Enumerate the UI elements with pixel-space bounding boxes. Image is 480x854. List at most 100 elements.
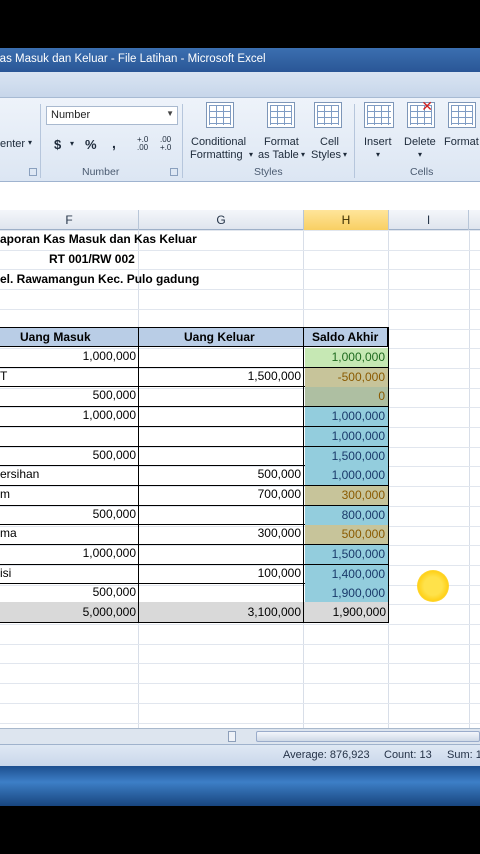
- row-saldo-akhir[interactable]: 0: [305, 387, 388, 407]
- conditional-formatting-icon: [206, 102, 234, 128]
- percent-button[interactable]: %: [85, 137, 97, 152]
- cell-styles-label[interactable]: Styles: [311, 149, 341, 161]
- group-separator: [354, 104, 355, 178]
- gridline: [0, 249, 480, 251]
- header-saldo-akhir[interactable]: Saldo Akhir: [312, 330, 378, 344]
- row-description[interactable]: ersihan: [0, 467, 39, 481]
- row-saldo-akhir[interactable]: 1,000,000: [305, 407, 388, 427]
- row-description[interactable]: ma: [0, 526, 17, 540]
- number-format-value: Number: [51, 109, 91, 121]
- worksheet[interactable]: F G H I aporan Kas Masuk dan Kas Keluar …: [0, 182, 480, 742]
- row-uang-masuk[interactable]: 1,000,000: [40, 349, 136, 363]
- row-uang-keluar[interactable]: 1,500,000: [200, 369, 301, 383]
- excel-window: Kas Masuk dan Keluar - File Latihan - Mi…: [0, 0, 480, 854]
- conditional-formatting-button[interactable]: Conditional: [191, 136, 246, 148]
- row-uang-masuk[interactable]: 1,000,000: [40, 546, 136, 560]
- column-header-bar: F G H I: [0, 210, 480, 230]
- tab-split-handle[interactable]: [228, 731, 236, 742]
- row-saldo-akhir[interactable]: 300,000: [305, 485, 388, 505]
- header-uang-keluar[interactable]: Uang Keluar: [184, 330, 255, 344]
- cell-styles-button[interactable]: Cell: [320, 136, 339, 148]
- row-uang-keluar[interactable]: 100,000: [200, 566, 301, 580]
- horizontal-scrollbar[interactable]: [0, 728, 480, 744]
- column-header-i[interactable]: I: [389, 210, 469, 230]
- gridline: [0, 722, 480, 724]
- row-uang-keluar[interactable]: 300,000: [200, 526, 301, 540]
- gridline: [0, 683, 480, 685]
- number-launcher-icon[interactable]: [170, 168, 178, 176]
- table-border: [303, 327, 304, 622]
- status-bar: Average: 876,923 Count: 13 Sum: 1: [0, 744, 480, 766]
- row-saldo-akhir[interactable]: 1,400,000: [305, 564, 388, 584]
- chevron-down-icon: ▾: [418, 150, 423, 159]
- merge-center-button[interactable]: enter: [0, 138, 25, 150]
- taskbar: [0, 766, 480, 806]
- chevron-down-icon: ▾: [301, 150, 306, 159]
- format-as-table-label[interactable]: as Table: [258, 149, 299, 161]
- row-uang-masuk[interactable]: 500,000: [40, 448, 136, 462]
- format-cells-icon: [448, 102, 476, 128]
- merge-dropdown-icon[interactable]: ▾: [28, 138, 32, 147]
- gridline: [0, 643, 480, 645]
- row-description[interactable]: m: [0, 487, 10, 501]
- number-format-select[interactable]: Number ▼: [46, 106, 178, 125]
- row-saldo-akhir[interactable]: -500,000: [305, 367, 388, 387]
- row-saldo-akhir[interactable]: 500,000: [305, 525, 388, 545]
- row-description[interactable]: T: [0, 369, 7, 383]
- format-button[interactable]: Format: [444, 136, 479, 148]
- insert-cells-icon: [364, 102, 394, 128]
- row-saldo-akhir[interactable]: 1,900,000: [305, 584, 388, 604]
- status-sum: Sum: 1: [447, 749, 480, 761]
- report-title[interactable]: aporan Kas Masuk dan Kas Keluar: [0, 232, 197, 246]
- currency-dropdown-icon[interactable]: ▾: [70, 139, 74, 148]
- report-subtitle-rt[interactable]: RT 001/RW 002: [49, 252, 135, 266]
- cells-group-label: Cells: [410, 166, 434, 178]
- chevron-down-icon: ▼: [166, 109, 174, 118]
- row-saldo-akhir[interactable]: 800,000: [305, 505, 388, 525]
- total-uang-keluar[interactable]: 3,100,000: [220, 605, 301, 619]
- chevron-down-icon: ▾: [249, 150, 254, 159]
- increase-decimal-button[interactable]: +.0 .00: [137, 136, 155, 152]
- gridline: [0, 289, 480, 291]
- header-uang-masuk[interactable]: Uang Masuk: [20, 330, 91, 344]
- row-saldo-akhir[interactable]: 1,000,000: [305, 348, 388, 367]
- decrease-decimal-button[interactable]: .00 +.0: [160, 136, 178, 152]
- gridline: [0, 427, 480, 428]
- alignment-launcher-icon[interactable]: [29, 168, 37, 176]
- window-title: Kas Masuk dan Keluar - File Latihan - Mi…: [0, 53, 266, 65]
- row-uang-masuk[interactable]: 500,000: [40, 388, 136, 402]
- scrollbar-thumb[interactable]: [256, 731, 480, 742]
- row-uang-masuk[interactable]: 500,000: [40, 585, 136, 599]
- row-uang-masuk[interactable]: 500,000: [40, 507, 136, 521]
- table-border: [138, 327, 139, 622]
- format-as-table-button[interactable]: Format: [264, 136, 299, 148]
- gridline: [0, 269, 480, 271]
- row-saldo-akhir[interactable]: 1,000,000: [305, 466, 388, 486]
- row-uang-masuk[interactable]: 1,000,000: [40, 408, 136, 422]
- group-separator: [182, 104, 183, 178]
- row-saldo-akhir[interactable]: 1,500,000: [305, 446, 388, 466]
- report-subtitle-location[interactable]: el. Rawamangun Kec. Pulo gadung: [0, 272, 199, 286]
- status-count: Count: 13: [384, 749, 432, 761]
- column-header-f[interactable]: F: [0, 210, 139, 230]
- conditional-formatting-label[interactable]: Formatting: [190, 149, 243, 161]
- currency-button[interactable]: $: [54, 137, 61, 152]
- insert-button[interactable]: Insert: [364, 136, 392, 148]
- row-uang-keluar[interactable]: 500,000: [200, 467, 301, 481]
- comma-button[interactable]: ,: [112, 135, 116, 151]
- row-description[interactable]: isi: [0, 566, 11, 580]
- group-separator: [40, 104, 41, 178]
- delete-button[interactable]: Delete: [404, 136, 436, 148]
- column-header-g[interactable]: G: [139, 210, 304, 230]
- gridline: [0, 624, 480, 625]
- column-header-h[interactable]: H: [304, 210, 389, 230]
- delete-cells-icon: ✕: [407, 99, 435, 128]
- row-saldo-akhir[interactable]: 1,500,000: [305, 545, 388, 564]
- cell-styles-icon: [314, 102, 342, 128]
- total-saldo-akhir[interactable]: 1,900,000: [305, 605, 386, 619]
- gridline: [0, 663, 480, 665]
- row-saldo-akhir[interactable]: 1,000,000: [305, 426, 388, 446]
- ribbon-home: enter ▾ Number ▼ $ ▾ % , +.0 .00 .00 +.0…: [0, 98, 480, 182]
- total-uang-masuk[interactable]: 5,000,000: [60, 605, 136, 619]
- row-uang-keluar[interactable]: 700,000: [200, 487, 301, 501]
